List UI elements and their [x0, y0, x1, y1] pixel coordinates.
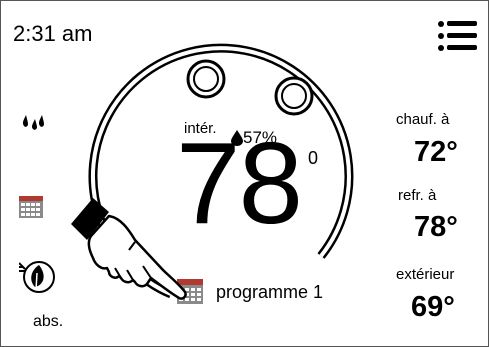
outdoor-label: extérieur: [396, 266, 455, 283]
current-temperature: 78: [176, 118, 303, 248]
temperature-degree-mark: 0: [308, 148, 319, 168]
heat-setpoint-value[interactable]: 72°: [414, 136, 458, 169]
program-label[interactable]: programme 1: [216, 282, 323, 303]
cool-setpoint-label: refr. à: [398, 187, 437, 204]
outdoor-temperature: 69°: [411, 291, 455, 323]
water-drops-icon[interactable]: [21, 113, 47, 131]
leaf-icon: [18, 261, 55, 293]
cool-setpoint-value[interactable]: 78°: [414, 211, 458, 244]
away-button[interactable]: [18, 259, 55, 304]
heat-setpoint-handle[interactable]: [186, 59, 226, 99]
heat-setpoint-label: chauf. à: [396, 111, 450, 128]
away-label: abs.: [33, 313, 64, 330]
pointing-hand-icon: [71, 198, 187, 300]
thermostat-screen: 2:31 am abs. intér. 57% 78 0 chauf. à 72…: [0, 0, 489, 347]
calendar-icon[interactable]: [19, 196, 43, 218]
cool-setpoint-handle[interactable]: [274, 76, 314, 116]
